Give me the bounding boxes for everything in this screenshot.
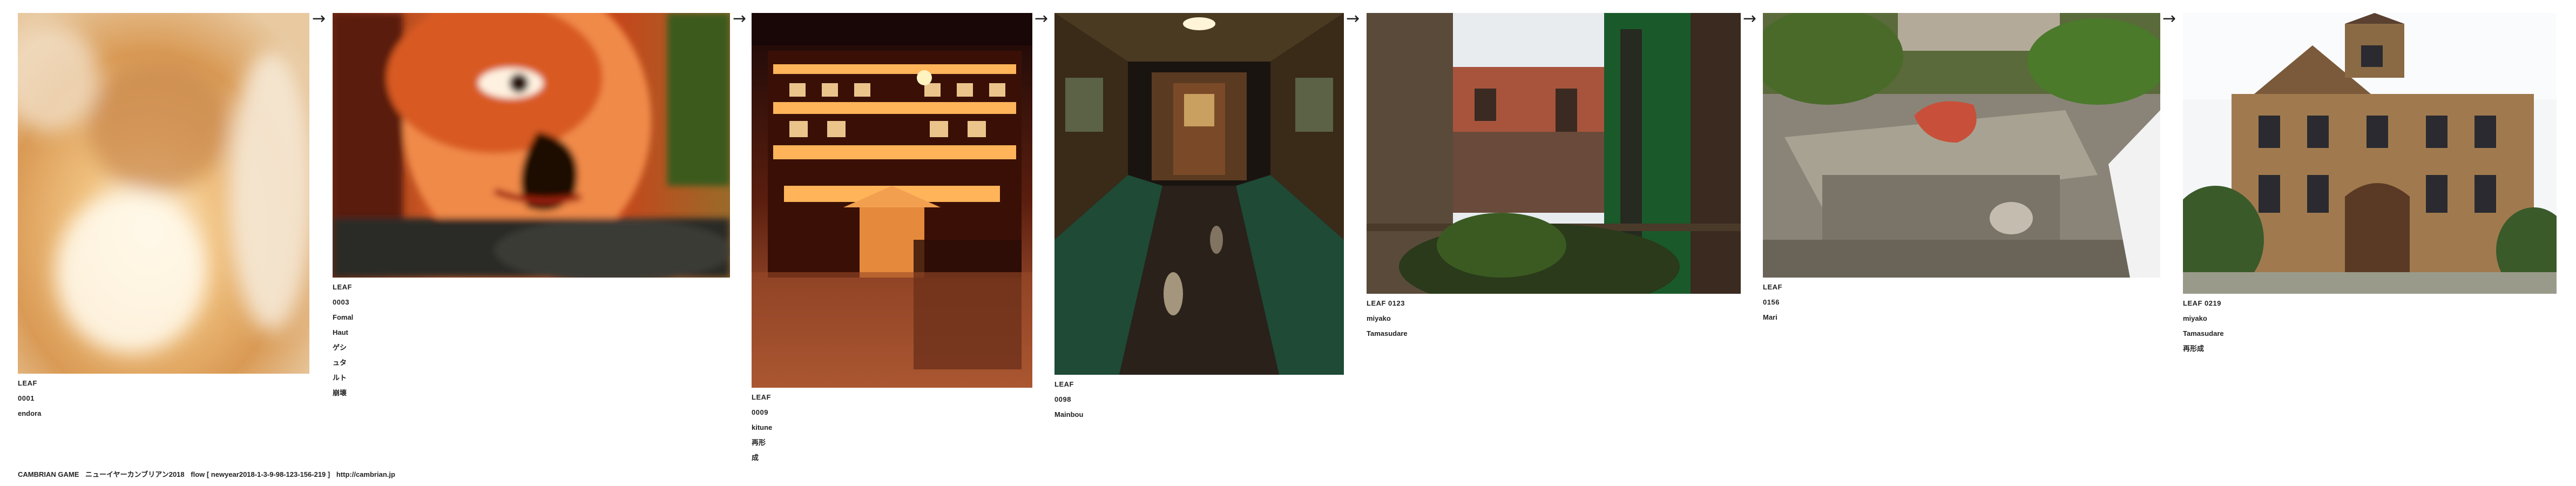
leaf-author: Mainbou bbox=[1054, 410, 1084, 418]
leaf-subtitle: ゲシュタルト崩壊 bbox=[333, 343, 347, 397]
leaf-caption: LEAF 0123 miyako Tamasudare bbox=[1367, 296, 1408, 341]
leaf-caption: LEAF 0001 endora bbox=[18, 376, 41, 421]
tram-interior-photo[interactable] bbox=[1054, 13, 1344, 375]
victorian-mansion-photo[interactable] bbox=[2183, 13, 2557, 294]
leaf-id: LEAF 0123 bbox=[1367, 299, 1405, 307]
flow-arrow-icon: → bbox=[1346, 9, 1360, 28]
footer-url-link[interactable]: http://cambrian.jp bbox=[336, 470, 395, 478]
leaf-id: LEAF 0156 bbox=[1763, 283, 1782, 306]
leaf-caption: LEAF 0003 Fomal Haut ゲシュタルト崩壊 bbox=[333, 280, 353, 401]
footer-title: ニューイヤーカンブリアン2018 bbox=[85, 470, 185, 478]
leaf-author: miyako Tamasudare bbox=[2183, 314, 2224, 338]
flow-arrow-icon: → bbox=[2162, 9, 2176, 28]
lit-inn-night-photo[interactable] bbox=[752, 13, 1032, 388]
leaf-subtitle: 再形成 bbox=[2183, 345, 2205, 353]
leaf-caption: LEAF 0098 Mainbou bbox=[1054, 377, 1083, 422]
leaf-subtitle: 再形成 bbox=[752, 438, 766, 462]
leaf-id: LEAF 0003 bbox=[333, 283, 352, 306]
leaf-author: Fomal Haut bbox=[333, 313, 354, 336]
leaf-id: LEAF 0001 bbox=[18, 379, 37, 402]
leaf-author: Mari bbox=[1763, 313, 1777, 321]
blurred-hand-photo[interactable] bbox=[18, 13, 309, 374]
leaf-caption: LEAF 0219 miyako Tamasudare 再形成 bbox=[2183, 296, 2224, 356]
leaf-id: LEAF 0098 bbox=[1054, 380, 1074, 403]
abandoned-building-photo[interactable] bbox=[1367, 13, 1741, 294]
flow-arrow-icon: → bbox=[312, 9, 326, 28]
leaf-author: endora bbox=[18, 409, 42, 417]
footer-brand: CAMBRIAN GAME bbox=[18, 470, 79, 478]
leaf-author: miyako Tamasudare bbox=[1367, 314, 1408, 338]
distorted-face-photo[interactable] bbox=[333, 13, 730, 278]
ruined-structure-photo[interactable] bbox=[1763, 13, 2160, 278]
flow-arrow-icon: → bbox=[733, 9, 747, 28]
leaf-id: LEAF 0009 bbox=[752, 393, 771, 416]
flow-arrow-icon: → bbox=[1035, 9, 1049, 28]
footer-flow: flow [ newyear2018-1-3-9-98-123-156-219 … bbox=[191, 470, 330, 478]
leaf-caption: LEAF 0156 Mari bbox=[1763, 280, 1782, 325]
leaf-author: kitune bbox=[752, 423, 773, 431]
leaf-caption: LEAF 0009 kitune 再形成 bbox=[752, 390, 772, 465]
leaf-id: LEAF 0219 bbox=[2183, 299, 2221, 307]
flow-arrow-icon: → bbox=[1743, 9, 1757, 28]
footer: CAMBRIAN GAME ニューイヤーカンブリアン2018 flow [ ne… bbox=[18, 469, 400, 479]
